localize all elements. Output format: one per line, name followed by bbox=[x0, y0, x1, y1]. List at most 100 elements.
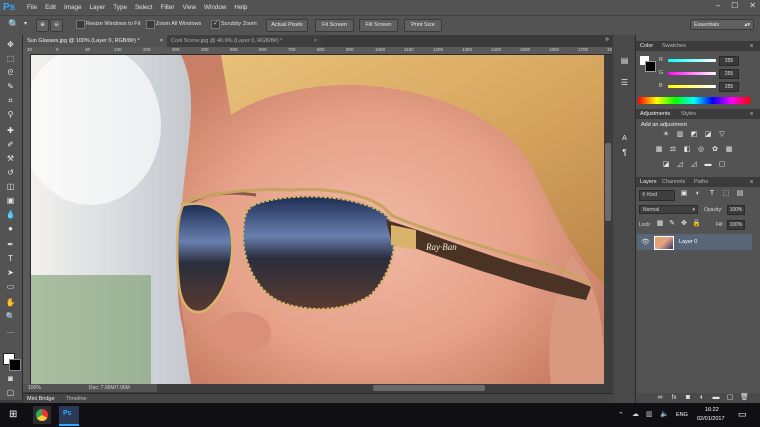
properties-panel-icon[interactable]: ☰ bbox=[617, 77, 632, 89]
lock-image-icon[interactable]: ✎ bbox=[668, 220, 676, 228]
rectangle-tool-icon[interactable]: ▭ bbox=[3, 281, 18, 293]
layer-name[interactable]: Layer 0 bbox=[679, 239, 697, 245]
clock-date[interactable]: 02/01/2017 bbox=[697, 416, 725, 422]
delete-layer-icon[interactable]: 🗑 bbox=[740, 394, 749, 402]
zoom-level[interactable]: 100% bbox=[28, 385, 41, 391]
color-lookup-icon[interactable]: ▦ bbox=[725, 146, 733, 154]
maximize-button[interactable]: ☐ bbox=[731, 1, 738, 10]
panel-menu-icon[interactable]: ≡ bbox=[750, 177, 753, 187]
menu-help[interactable]: Help bbox=[234, 4, 247, 11]
curves-icon[interactable]: ◩ bbox=[690, 131, 698, 139]
hand-tool-icon[interactable]: ✋ bbox=[3, 297, 18, 309]
red-slider[interactable] bbox=[668, 59, 716, 62]
blue-slider[interactable] bbox=[668, 85, 716, 88]
close-button[interactable]: ✕ bbox=[749, 1, 756, 10]
marquee-tool-icon[interactable]: ⬚ bbox=[3, 53, 18, 65]
photo-filter-icon[interactable]: ◎ bbox=[697, 146, 705, 154]
notifications-icon[interactable]: ▭ bbox=[738, 409, 747, 420]
photoshop-taskbar-item[interactable]: Ps bbox=[59, 406, 79, 426]
new-layer-icon[interactable]: ▢ bbox=[726, 394, 734, 402]
minimize-button[interactable]: – bbox=[716, 1, 720, 10]
document-canvas[interactable]: Ray·Ban bbox=[31, 55, 605, 384]
chrome-taskbar-item[interactable] bbox=[33, 406, 51, 424]
tab-mini-bridge[interactable]: Mini Bridge bbox=[27, 396, 55, 402]
menu-type[interactable]: Type bbox=[113, 4, 127, 11]
zoom-tool-icon[interactable]: 🔍 bbox=[3, 311, 18, 323]
tab-adjustments[interactable]: Adjustments bbox=[640, 109, 670, 119]
invert-icon[interactable]: ◪ bbox=[662, 161, 670, 169]
spot-healing-tool-icon[interactable]: ✚ bbox=[3, 125, 18, 137]
new-adjustment-layer-icon[interactable]: ◐ bbox=[698, 394, 706, 402]
path-selection-tool-icon[interactable]: ➤ bbox=[3, 267, 18, 279]
filter-pixel-icon[interactable]: ▣ bbox=[680, 190, 688, 198]
fit-screen-button[interactable]: Fit Screen bbox=[315, 19, 354, 32]
filter-type-icon[interactable]: T bbox=[708, 190, 716, 198]
zoom-all-windows-checkbox[interactable] bbox=[146, 20, 155, 29]
volume-icon[interactable]: 🔈 bbox=[660, 410, 669, 418]
eraser-tool-icon[interactable]: ◫ bbox=[3, 181, 18, 193]
crop-tool-icon[interactable]: ⌗ bbox=[3, 95, 18, 107]
language-indicator[interactable]: ENG bbox=[676, 412, 688, 418]
type-tool-icon[interactable]: T bbox=[3, 253, 18, 265]
menu-view[interactable]: View bbox=[182, 4, 196, 11]
pen-tool-icon[interactable]: ✒ bbox=[3, 239, 18, 251]
vertical-scrollbar[interactable] bbox=[604, 55, 612, 384]
blue-value-field[interactable]: 255 bbox=[719, 82, 739, 92]
quick-mask-icon[interactable]: ◙ bbox=[3, 373, 18, 385]
layer-style-icon[interactable]: fx bbox=[670, 394, 678, 402]
menu-select[interactable]: Select bbox=[135, 4, 153, 11]
horizontal-scrollbar[interactable] bbox=[157, 384, 612, 392]
panel-menu-icon[interactable]: ≡ bbox=[750, 41, 753, 51]
levels-icon[interactable]: ▥ bbox=[676, 131, 684, 139]
filter-shape-icon[interactable]: ⬚ bbox=[722, 190, 730, 198]
windows-start-icon[interactable]: ⊞ bbox=[9, 409, 17, 420]
actual-pixels-button[interactable]: Actual Pixels bbox=[266, 19, 308, 32]
blur-tool-icon[interactable]: 💧 bbox=[3, 209, 18, 221]
tool-preset-dropdown-icon[interactable]: ▾ bbox=[24, 20, 27, 27]
color-balance-icon[interactable]: ⚖ bbox=[669, 146, 677, 154]
zoom-in-icon[interactable]: ⊕ bbox=[36, 19, 49, 32]
new-group-icon[interactable]: ▬ bbox=[712, 394, 720, 402]
menu-window[interactable]: Window bbox=[204, 4, 226, 11]
clone-stamp-tool-icon[interactable]: ⚒ bbox=[3, 153, 18, 165]
exposure-icon[interactable]: ◪ bbox=[704, 131, 712, 139]
filter-smart-object-icon[interactable]: ▤ bbox=[736, 190, 744, 198]
brightness-contrast-icon[interactable]: ☀ bbox=[662, 131, 670, 139]
lasso-tool-icon[interactable]: ᘓ bbox=[3, 67, 18, 79]
gradient-tool-icon[interactable]: ▣ bbox=[3, 195, 18, 207]
tabs-overflow-icon[interactable]: » bbox=[605, 36, 609, 43]
tab-paths[interactable]: Paths bbox=[694, 177, 708, 187]
tab-layers[interactable]: Layers bbox=[640, 177, 657, 187]
posterize-icon[interactable]: ◿ bbox=[676, 161, 684, 169]
history-brush-tool-icon[interactable]: ↺ bbox=[3, 167, 18, 179]
brush-tool-icon[interactable]: ✐ bbox=[3, 139, 18, 151]
character-panel-icon[interactable]: A bbox=[617, 133, 632, 145]
filter-kind-select[interactable]: ⚲ Kind bbox=[639, 190, 675, 201]
fill-field[interactable]: 100% bbox=[727, 220, 745, 230]
paragraph-panel-icon[interactable]: ¶ bbox=[617, 147, 632, 159]
tab-styles[interactable]: Styles bbox=[681, 109, 696, 119]
vibrance-icon[interactable]: ▽ bbox=[718, 131, 726, 139]
add-mask-icon[interactable]: ◙ bbox=[684, 394, 692, 402]
tab-channels[interactable]: Channels bbox=[662, 177, 685, 187]
tab-timeline[interactable]: Timeline bbox=[66, 396, 87, 402]
close-icon[interactable]: × bbox=[160, 35, 163, 47]
gradient-map-icon[interactable]: ▬ bbox=[704, 161, 712, 169]
background-color-swatch[interactable] bbox=[645, 61, 656, 72]
layer-row[interactable]: 👁 Layer 0 bbox=[637, 234, 752, 250]
close-icon[interactable]: × bbox=[314, 35, 317, 47]
color-spectrum-ramp[interactable] bbox=[638, 97, 750, 104]
show-hidden-icons-icon[interactable]: ⌃ bbox=[618, 411, 624, 419]
network-icon[interactable]: ▥ bbox=[646, 410, 653, 418]
green-slider[interactable] bbox=[668, 72, 716, 75]
hue-saturation-icon[interactable]: ▦ bbox=[655, 146, 663, 154]
tab-sun-glasses[interactable]: Sun Glasses.jpg @ 100% (Layer 0, RGB/8#)… bbox=[23, 35, 167, 47]
link-layers-icon[interactable]: ∞ bbox=[656, 394, 664, 402]
fill-screen-button[interactable]: Fill Screen bbox=[359, 19, 398, 32]
tab-color[interactable]: Color bbox=[640, 41, 653, 51]
clock-time[interactable]: 16:22 bbox=[705, 407, 719, 413]
menu-file[interactable]: File bbox=[27, 4, 37, 11]
selective-color-icon[interactable]: ▢ bbox=[718, 161, 726, 169]
lock-transparent-icon[interactable]: ▦ bbox=[656, 220, 664, 228]
panel-menu-icon[interactable]: ≡ bbox=[750, 109, 753, 119]
